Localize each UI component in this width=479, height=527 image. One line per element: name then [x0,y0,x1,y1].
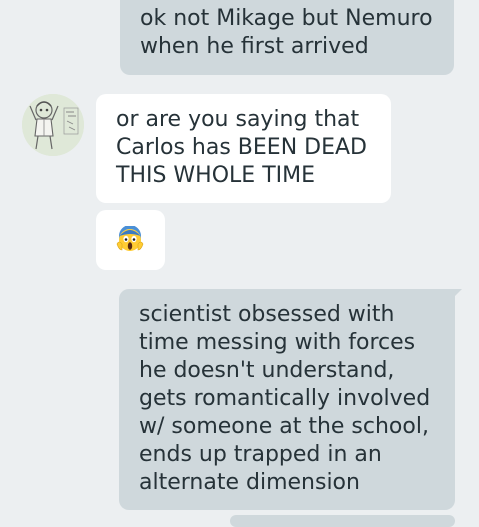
bubble-tail [452,289,462,299]
incoming-emoji-message[interactable] [96,210,165,270]
outgoing-message-partial[interactable] [230,515,455,527]
sender-avatar[interactable] [22,94,84,156]
incoming-message[interactable]: or are you saying that Carlos has BEEN D… [96,94,391,203]
outgoing-message[interactable]: scientist obsessed with time messing wit… [119,289,455,510]
message-thread: ok not Mikage but Nemuro when he first a… [0,0,479,527]
sketch-avatar-icon [22,94,84,156]
screaming-face-emoji-icon [116,226,144,251]
outgoing-message[interactable]: ok not Mikage but Nemuro when he first a… [120,0,454,75]
